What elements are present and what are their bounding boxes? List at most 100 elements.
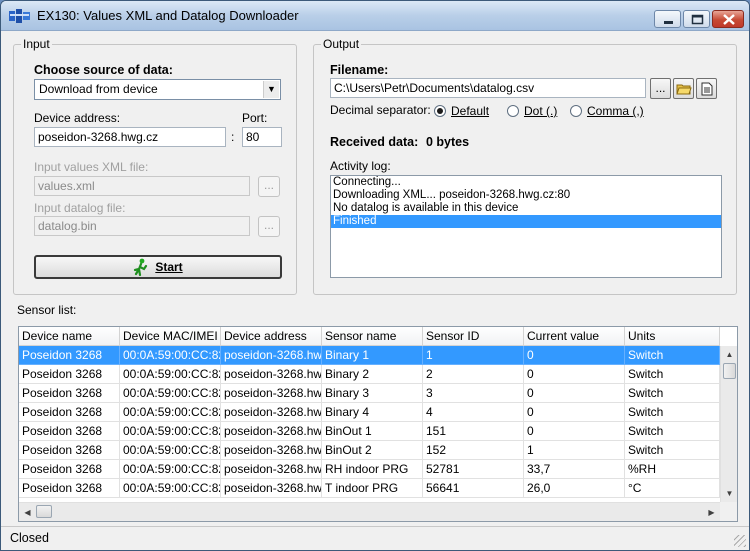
received-data-label: Received data: [330, 135, 419, 149]
source-select[interactable]: Download from device ▼ [34, 79, 281, 100]
cell-device-address: poseidon-3268.hwg.cz [221, 441, 322, 460]
horizontal-scroll-thumb[interactable] [36, 505, 52, 518]
port-label: Port: [242, 111, 268, 125]
decimal-option-dot[interactable]: Dot (.) [507, 104, 557, 118]
cell-device-address: poseidon-3268.hwg.cz [221, 346, 322, 365]
device-address-input[interactable]: poseidon-3268.hwg.cz [34, 127, 226, 147]
log-line[interactable]: Connecting... [331, 176, 721, 189]
column-header-units[interactable]: Units [625, 327, 720, 346]
client-area: Input Choose source of data: Download fr… [5, 32, 745, 526]
datalog-browse-button[interactable]: ... [258, 216, 280, 237]
activity-log-list[interactable]: Connecting... Downloading XML... poseidon… [330, 175, 722, 278]
activity-log-body: Connecting... Downloading XML... poseidon… [331, 176, 721, 228]
cell-units: Switch [625, 365, 720, 384]
sensor-list-label: Sensor list: [17, 303, 77, 317]
open-folder-button[interactable] [673, 78, 694, 99]
cell-device-mac: 00:0A:59:00:CC:82 [120, 346, 221, 365]
cell-device-name: Poseidon 3268 [19, 403, 120, 422]
chevron-down-icon[interactable]: ▼ [263, 81, 279, 98]
decimal-option-label: Comma (,) [587, 104, 644, 118]
cell-current-value: 26,0 [524, 479, 625, 498]
title-bar[interactable]: EX130: Values XML and Datalog Downloader [1, 1, 749, 31]
scroll-left-icon[interactable]: ◀ [19, 504, 36, 521]
app-window: EX130: Values XML and Datalog Downloader… [0, 0, 750, 551]
cell-units: Switch [625, 346, 720, 365]
sensor-table-header: Device name Device MAC/IMEI Device address… [19, 327, 720, 346]
running-man-icon [134, 258, 148, 276]
cell-sensor-name: T indoor PRG [322, 479, 423, 498]
sensor-table[interactable]: Device name Device MAC/IMEI Device address… [18, 326, 738, 522]
cell-current-value: 0 [524, 422, 625, 441]
input-group: Input Choose source of data: Download fr… [13, 37, 297, 295]
table-row[interactable]: Poseidon 3268 00:0A:59:00:CC:82 poseidon-3… [19, 460, 720, 479]
table-row[interactable]: Poseidon 3268 00:0A:59:00:CC:82 poseidon-3… [19, 403, 720, 422]
datalog-file-label: Input datalog file: [34, 201, 126, 215]
cell-device-address: poseidon-3268.hwg.cz [221, 422, 322, 441]
scroll-right-icon[interactable]: ▶ [703, 504, 720, 521]
cell-units: °C [625, 479, 720, 498]
cell-units: Switch [625, 384, 720, 403]
decimal-option-comma[interactable]: Comma (,) [570, 104, 644, 118]
cell-device-address: poseidon-3268.hwg.cz [221, 403, 322, 422]
cell-sensor-name: BinOut 2 [322, 441, 423, 460]
column-header-sensor-name[interactable]: Sensor name [322, 327, 423, 346]
cell-device-mac: 00:0A:59:00:CC:82 [120, 384, 221, 403]
table-row[interactable]: Poseidon 3268 00:0A:59:00:CC:82 poseidon-3… [19, 346, 720, 365]
table-row[interactable]: Poseidon 3268 00:0A:59:00:CC:82 poseidon-3… [19, 365, 720, 384]
filename-label: Filename: [330, 63, 389, 77]
filename-browse-button[interactable]: ... [650, 78, 671, 99]
cell-device-mac: 00:0A:59:00:CC:82 [120, 365, 221, 384]
log-line[interactable]: Downloading XML... poseidon-3268.hwg.cz:… [331, 189, 721, 202]
table-row[interactable]: Poseidon 3268 00:0A:59:00:CC:82 poseidon-3… [19, 422, 720, 441]
open-file-button[interactable] [696, 78, 717, 99]
cell-sensor-id: 151 [423, 422, 524, 441]
cell-device-address: poseidon-3268.hwg.cz [221, 479, 322, 498]
scroll-down-icon[interactable]: ▼ [721, 485, 737, 502]
filename-input[interactable]: C:\Users\Petr\Documents\datalog.csv [330, 78, 646, 98]
decimal-option-label: Dot (.) [524, 104, 558, 118]
cell-device-mac: 00:0A:59:00:CC:82 [120, 441, 221, 460]
vertical-scroll-thumb[interactable] [723, 363, 736, 379]
column-header-device-mac[interactable]: Device MAC/IMEI [120, 327, 221, 346]
table-row[interactable]: Poseidon 3268 00:0A:59:00:CC:82 poseidon-3… [19, 441, 720, 460]
close-button[interactable] [712, 10, 744, 28]
cell-sensor-id: 1 [423, 346, 524, 365]
radio-indicator[interactable] [570, 105, 582, 117]
cell-sensor-id: 2 [423, 365, 524, 384]
datalog-file-input[interactable]: datalog.bin [34, 216, 250, 236]
received-data-value: 0 bytes [426, 135, 470, 149]
xml-file-input[interactable]: values.xml [34, 176, 250, 196]
port-input[interactable]: 80 [242, 127, 282, 147]
decimal-option-default[interactable]: Default [434, 104, 489, 118]
window-title: EX130: Values XML and Datalog Downloader [37, 8, 299, 23]
horizontal-scrollbar[interactable]: ◀ ▶ [19, 502, 720, 521]
column-header-device-name[interactable]: Device name [19, 327, 120, 346]
start-button[interactable]: Start [34, 255, 282, 279]
resize-grip-icon[interactable] [734, 535, 746, 547]
radio-indicator[interactable] [434, 105, 446, 117]
xml-file-label: Input values XML file: [34, 160, 149, 174]
cell-device-name: Poseidon 3268 [19, 460, 120, 479]
scroll-up-icon[interactable]: ▲ [721, 346, 737, 363]
table-row[interactable]: Poseidon 3268 00:0A:59:00:CC:82 poseidon-3… [19, 384, 720, 403]
cell-units: Switch [625, 441, 720, 460]
xml-browse-button[interactable]: ... [258, 176, 280, 197]
column-header-current-value[interactable]: Current value [524, 327, 625, 346]
minimize-button[interactable] [654, 10, 681, 28]
cell-device-address: poseidon-3268.hwg.cz [221, 460, 322, 479]
cell-sensor-id: 3 [423, 384, 524, 403]
decimal-separator-label: Decimal separator: [330, 103, 431, 117]
column-header-device-address[interactable]: Device address [221, 327, 322, 346]
cell-sensor-id: 152 [423, 441, 524, 460]
column-header-sensor-id[interactable]: Sensor ID [423, 327, 524, 346]
log-line[interactable]: Finished [331, 215, 721, 228]
maximize-button[interactable] [683, 10, 710, 28]
app-icon [9, 9, 30, 23]
maximize-icon [691, 14, 704, 25]
folder-open-icon [675, 84, 692, 95]
log-line[interactable]: No datalog is available in this device [331, 202, 721, 215]
cell-current-value: 0 [524, 346, 625, 365]
table-row[interactable]: Poseidon 3268 00:0A:59:00:CC:82 poseidon-3… [19, 479, 720, 498]
vertical-scrollbar[interactable]: ▲ ▼ [720, 346, 737, 502]
radio-indicator[interactable] [507, 105, 519, 117]
